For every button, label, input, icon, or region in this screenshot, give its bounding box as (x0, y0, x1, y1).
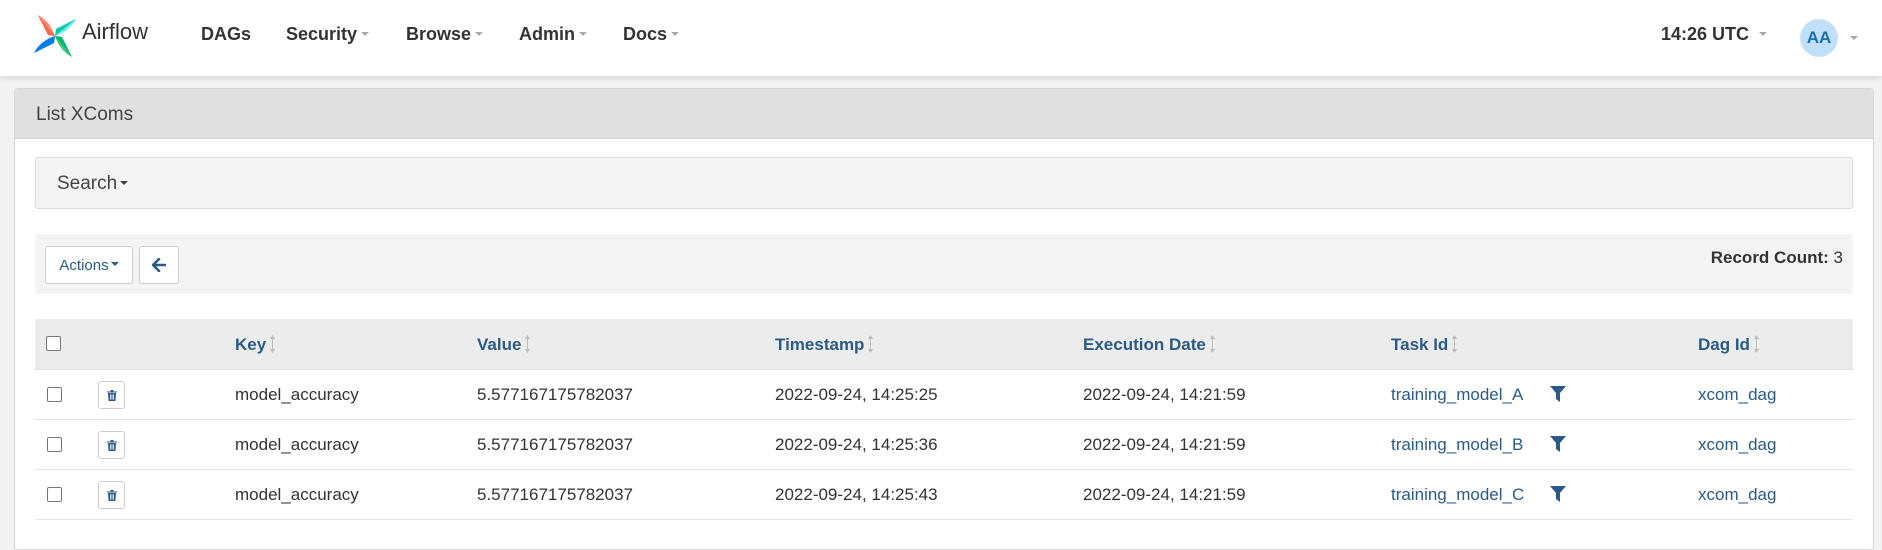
table-header: Key Value Timestamp Execution Date Task … (35, 319, 1853, 370)
nav-browse[interactable]: Browse (406, 24, 484, 45)
row-checkbox[interactable] (47, 437, 62, 452)
cell-dag-id-link[interactable]: xcom_dag (1698, 435, 1776, 455)
record-count-label: Record Count: (1710, 248, 1829, 267)
column-header-timestamp[interactable]: Timestamp (775, 334, 874, 355)
record-count: Record Count: 3 (1711, 248, 1843, 268)
actions-dropdown-button[interactable]: Actions (45, 246, 133, 284)
cell-timestamp: 2022-09-24, 14:25:43 (775, 485, 938, 504)
nav-dags[interactable]: DAGs (201, 24, 251, 45)
sort-icon (1452, 334, 1458, 353)
cell-dag-id-link[interactable]: xcom_dag (1698, 485, 1776, 505)
xcom-table: Key Value Timestamp Execution Date Task … (35, 319, 1853, 520)
user-avatar[interactable]: AA (1800, 19, 1838, 57)
cell-value: 5.577167175782037 (477, 385, 633, 404)
trash-icon (106, 389, 117, 401)
delete-button[interactable] (98, 381, 125, 409)
cell-execution-date: 2022-09-24, 14:21:59 (1083, 385, 1246, 404)
brand-link[interactable]: Airflow (32, 12, 148, 60)
cell-value: 5.577167175782037 (477, 485, 633, 504)
table-row: model_accuracy 5.577167175782037 2022-09… (35, 470, 1853, 520)
cell-dag-id-link[interactable]: xcom_dag (1698, 385, 1776, 405)
filter-icon[interactable] (1550, 486, 1566, 503)
cell-timestamp: 2022-09-24, 14:25:36 (775, 435, 938, 454)
back-button[interactable] (139, 246, 179, 284)
trash-icon (106, 439, 117, 451)
cell-execution-date: 2022-09-24, 14:21:59 (1083, 435, 1246, 454)
record-count-value: 3 (1833, 248, 1843, 267)
cell-key: model_accuracy (235, 485, 359, 504)
table-row: model_accuracy 5.577167175782037 2022-09… (35, 370, 1853, 420)
sort-icon (1753, 334, 1759, 353)
actions-label: Actions (59, 256, 109, 274)
search-label: Search (57, 173, 129, 195)
chevron-down-icon[interactable] (1850, 36, 1858, 40)
chevron-down-icon (579, 32, 587, 37)
cell-timestamp: 2022-09-24, 14:25:25 (775, 385, 938, 404)
column-header-key[interactable]: Key (235, 334, 276, 355)
sort-icon (868, 334, 874, 353)
sort-icon (1209, 334, 1215, 353)
search-toggle[interactable]: Search (35, 157, 1853, 209)
column-header-execution-date[interactable]: Execution Date (1083, 334, 1215, 355)
column-header-task-id[interactable]: Task Id (1391, 334, 1458, 355)
panel-heading: List XComs (15, 89, 1873, 139)
trash-icon (106, 489, 117, 501)
caret-down-icon (110, 262, 119, 266)
chevron-down-icon (361, 32, 370, 37)
brand-name: Airflow (82, 19, 149, 44)
chevron-down-icon (671, 32, 680, 37)
nav-admin-label: Admin (519, 24, 575, 44)
column-header-dag-id[interactable]: Dag Id (1698, 334, 1759, 355)
nav-docs-label: Docs (623, 24, 668, 44)
chevron-down-icon (1759, 32, 1768, 37)
cell-task-id-link[interactable]: training_model_B (1391, 435, 1523, 455)
row-checkbox[interactable] (47, 487, 62, 502)
cell-task-id-link[interactable]: training_model_A (1391, 385, 1523, 405)
filter-icon[interactable] (1550, 436, 1566, 453)
cell-key: model_accuracy (235, 435, 359, 454)
page-title: List XComs (36, 104, 134, 125)
top-navbar: Airflow DAGs Security Browse Admin Docs … (0, 0, 1882, 76)
nav-security-label: Security (286, 24, 358, 44)
sort-icon (270, 334, 276, 353)
delete-button[interactable] (98, 431, 125, 459)
cell-key: model_accuracy (235, 385, 359, 404)
clock-label: 14:26 UTC (1661, 24, 1750, 44)
filter-icon[interactable] (1550, 386, 1566, 403)
nav-dags-label: DAGs (201, 24, 252, 44)
chevron-down-icon (475, 32, 484, 37)
table-row: model_accuracy 5.577167175782037 2022-09… (35, 420, 1853, 470)
nav-admin[interactable]: Admin (519, 24, 587, 45)
actions-bar: Actions Record Count: 3 (35, 234, 1853, 294)
delete-button[interactable] (98, 481, 125, 509)
select-all-checkbox[interactable] (46, 336, 61, 351)
nav-security[interactable]: Security (286, 24, 370, 45)
utc-clock[interactable]: 14:26 UTC (1661, 24, 1768, 45)
nav-browse-label: Browse (406, 24, 472, 44)
cell-task-id-link[interactable]: training_model_C (1391, 485, 1524, 505)
xcom-list-panel: List XComs Search Actions Record Count: … (14, 88, 1874, 550)
arrow-left-icon (152, 258, 166, 272)
sort-icon (525, 334, 531, 353)
row-checkbox[interactable] (47, 387, 62, 402)
airflow-logo-icon (34, 15, 76, 57)
cell-execution-date: 2022-09-24, 14:21:59 (1083, 485, 1246, 504)
cell-value: 5.577167175782037 (477, 435, 633, 454)
column-header-value[interactable]: Value (477, 334, 531, 355)
caret-down-icon (120, 180, 129, 185)
nav-docs[interactable]: Docs (623, 24, 680, 45)
